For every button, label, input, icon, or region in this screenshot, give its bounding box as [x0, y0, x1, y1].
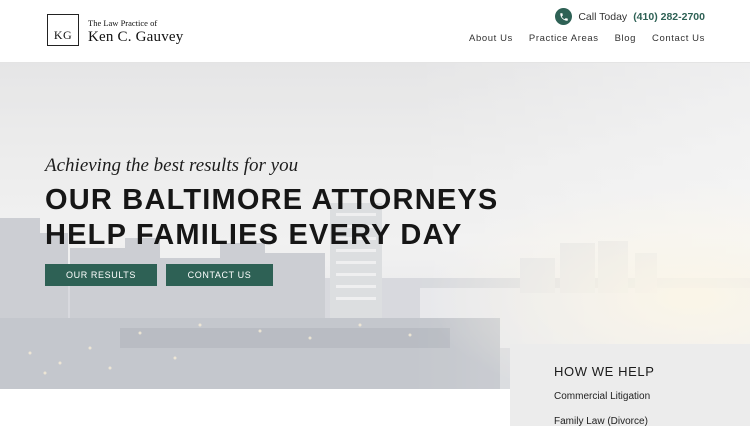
hero-section: Achieving the best results for you OUR B…	[0, 63, 750, 389]
contact-us-button[interactable]: CONTACT US	[166, 264, 273, 286]
site-header: KG The Law Practice of Ken C. Gauvey Cal…	[0, 0, 750, 63]
nav-contact-us[interactable]: Contact Us	[652, 33, 705, 44]
nav-about-us[interactable]: About Us	[469, 33, 513, 44]
help-item-commercial-litigation[interactable]: Commercial Litigation	[554, 391, 650, 402]
nav-practice-areas[interactable]: Practice Areas	[529, 33, 599, 44]
call-today[interactable]: Call Today (410) 282-2700	[555, 8, 705, 25]
hero-heading-line-1: OUR BALTIMORE ATTORNEYS	[45, 184, 499, 216]
site-logo[interactable]: KG The Law Practice of Ken C. Gauvey	[47, 14, 184, 46]
hero-tagline: Achieving the best results for you	[45, 155, 299, 176]
main-nav: About Us Practice Areas Blog Contact Us	[469, 33, 705, 44]
how-we-help-heading: HOW WE HELP	[554, 364, 655, 379]
call-label: Call Today	[578, 10, 628, 23]
logo-name: Ken C. Gauvey	[88, 29, 184, 45]
help-item-family-law[interactable]: Family Law (Divorce)	[554, 416, 648, 427]
hero-heading: OUR BALTIMORE ATTORNEYS HELP FAMILIES EV…	[45, 183, 498, 253]
phone-number-link[interactable]: (410) 282-2700	[633, 11, 705, 23]
logo-text: The Law Practice of Ken C. Gauvey	[88, 18, 184, 46]
logo-monogram-box: KG	[47, 14, 79, 46]
phone-icon	[555, 8, 573, 25]
hero-heading-line-2: HELP FAMILIES EVERY DAY	[45, 219, 463, 251]
our-results-button[interactable]: OUR RESULTS	[45, 264, 157, 286]
nav-blog[interactable]: Blog	[615, 33, 636, 44]
logo-subtitle: The Law Practice of	[88, 18, 158, 28]
logo-monogram: KG	[53, 28, 73, 42]
how-we-help-panel: HOW WE HELP Commercial Litigation Family…	[510, 344, 750, 427]
